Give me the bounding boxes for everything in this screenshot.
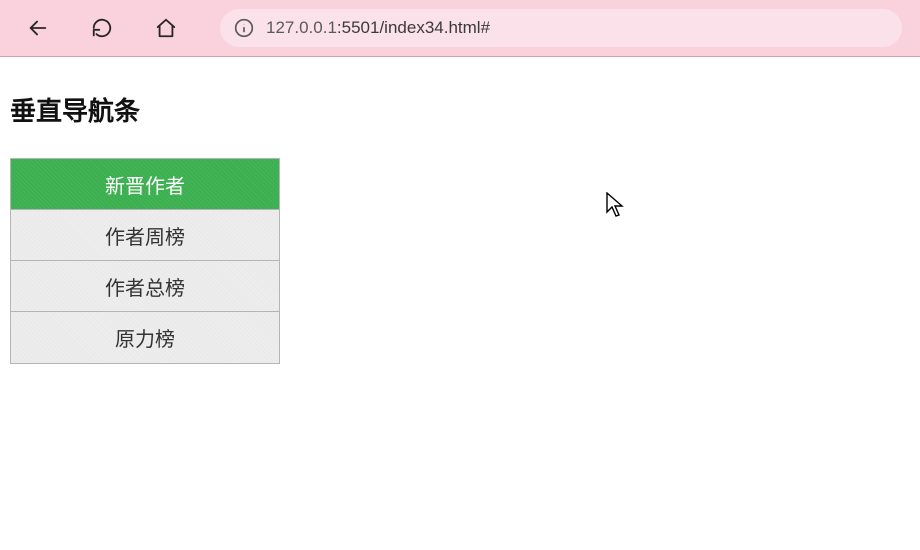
- nav-item-total-rank[interactable]: 作者总榜: [11, 261, 279, 312]
- arrow-left-icon: [27, 17, 49, 39]
- address-bar[interactable]: 127.0.0.1:5501/index34.html#: [220, 9, 902, 47]
- reload-icon: [91, 17, 113, 39]
- url-port: :5501: [337, 18, 380, 37]
- url-host: 127.0.0.1: [266, 18, 337, 37]
- vertical-nav: 新晋作者 作者周榜 作者总榜 原力榜: [10, 158, 280, 364]
- back-button[interactable]: [18, 8, 58, 48]
- browser-toolbar: 127.0.0.1:5501/index34.html#: [0, 0, 920, 57]
- home-icon: [155, 17, 177, 39]
- info-icon: [234, 18, 254, 38]
- url-text: 127.0.0.1:5501/index34.html#: [266, 18, 490, 38]
- home-button[interactable]: [146, 8, 186, 48]
- page-content: 垂直导航条 新晋作者 作者周榜 作者总榜 原力榜: [0, 57, 920, 398]
- nav-item-force-rank[interactable]: 原力榜: [11, 312, 279, 363]
- url-path: /index34.html#: [379, 18, 490, 37]
- page-title: 垂直导航条: [10, 91, 910, 128]
- reload-button[interactable]: [82, 8, 122, 48]
- nav-item-new-author[interactable]: 新晋作者: [11, 159, 279, 210]
- nav-item-weekly-rank[interactable]: 作者周榜: [11, 210, 279, 261]
